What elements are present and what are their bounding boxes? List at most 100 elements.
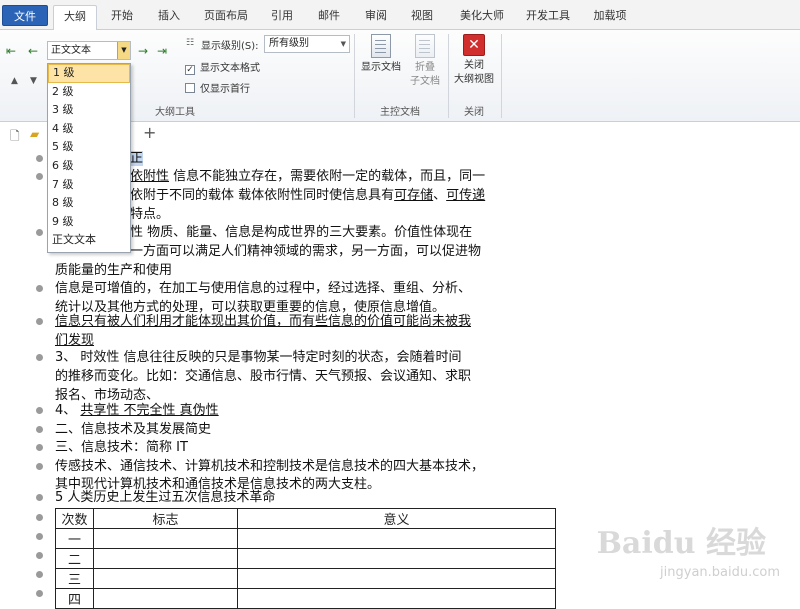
table-header-row: 次数 标志 意义 (55, 508, 556, 529)
outline-line: 特点。 (130, 207, 170, 222)
dropdown-item-level-4[interactable]: 4 级 (48, 120, 130, 139)
outline-view-label: 大纲视图 (454, 74, 494, 85)
outline-line: 质能量的生产和使用 (55, 263, 173, 278)
group-label-close: 关闭 (464, 107, 484, 118)
dropdown-item-level-7[interactable]: 7 级 (48, 176, 130, 195)
outline-line: 依附性 信息不能独立存在，需要依附一定的载体，而且，同一 (130, 169, 486, 184)
dropdown-item-level-8[interactable]: 8 级 (48, 194, 130, 213)
table-cell[interactable] (237, 568, 556, 589)
outline-bullet[interactable] (36, 494, 43, 501)
folder-icon[interactable]: ▰ (30, 127, 39, 141)
show-text-format-checkbox[interactable]: ✓ 显示文本格式 (185, 59, 260, 75)
table-cell[interactable] (93, 568, 238, 589)
new-document-icon[interactable]: 🗋 (10, 127, 20, 148)
outline-bullet[interactable] (36, 514, 43, 521)
table-row: 三 (55, 568, 556, 589)
outline-line: 3、 时效性 信息往往反映的只是事物某一特定时刻的状态，会随着时间 (55, 350, 462, 365)
outline-bullet[interactable] (36, 590, 43, 597)
collapse-subdocuments-button[interactable]: 折叠 子文档 (405, 34, 445, 89)
table-row: 一 (55, 528, 556, 549)
table-cell[interactable] (93, 528, 238, 549)
show-level-value: 所有级别 (269, 38, 309, 49)
outline-line: 二、信息技术及其发展简史 (55, 422, 212, 437)
outline-bullet[interactable] (36, 285, 43, 292)
tab-insert[interactable]: 插入 (147, 5, 191, 30)
outline-line: 的推移而变化。比如：交通信息、股市行情、天气预报、会议通知、求职 (55, 369, 472, 384)
show-first-line-checkbox[interactable]: 仅显示首行 (185, 80, 250, 95)
outline-line: 正 (130, 151, 144, 166)
baidu-watermark: Baidu 经验 (596, 526, 766, 561)
tab-view[interactable]: 视图 (400, 5, 444, 30)
move-up-icon[interactable]: ▲ (11, 76, 18, 86)
outline-bullet[interactable] (36, 318, 43, 325)
table-cell[interactable] (237, 548, 556, 569)
table-cell[interactable] (93, 548, 238, 569)
tab-home[interactable]: 开始 (100, 5, 144, 30)
show-level-icon: ☷ (186, 38, 195, 48)
outline-line: 性 物质、能量、信息是构成世界的三大要素。价值性体现在 (130, 225, 473, 240)
group-label-master-document: 主控文档 (380, 107, 420, 118)
dropdown-item-level-9[interactable]: 9 级 (48, 213, 130, 232)
dropdown-item-level-5[interactable]: 5 级 (48, 138, 130, 157)
document-icon (371, 34, 391, 58)
dropdown-item-level-6[interactable]: 6 级 (48, 157, 130, 176)
tab-mailings[interactable]: 邮件 (307, 5, 351, 30)
table-cell[interactable] (237, 588, 556, 609)
show-level-select[interactable]: 所有级别 ▼ (264, 35, 350, 53)
outline-bullet[interactable] (36, 463, 43, 470)
outline-bullet[interactable] (36, 229, 43, 236)
table-cell[interactable]: 二 (55, 548, 94, 569)
add-icon[interactable]: + (143, 123, 156, 142)
dropdown-item-body-text[interactable]: 正文文本 (48, 231, 130, 250)
promote-to-heading1-icon[interactable]: ⇤ (6, 45, 16, 57)
dropdown-item-level-1[interactable]: 1 级 (48, 64, 130, 83)
table-header-cell[interactable]: 意义 (237, 508, 556, 529)
outline-bullet[interactable] (36, 426, 43, 433)
tab-beautify-master[interactable]: 美化大师 (450, 5, 514, 30)
table-header-cell[interactable]: 标志 (93, 508, 238, 529)
demote-to-body-icon[interactable]: ⇥ (157, 45, 167, 57)
watermark-url: jingyan.baidu.com (660, 565, 780, 580)
outline-line: 5 人类历史上发生过五次信息技术革命 (55, 490, 276, 505)
tab-references[interactable]: 引用 (260, 5, 304, 30)
tab-page-layout[interactable]: 页面布局 (195, 5, 257, 30)
outline-bullet[interactable] (36, 173, 43, 180)
tab-developer[interactable]: 开发工具 (518, 5, 578, 30)
dropdown-item-level-3[interactable]: 3 级 (48, 101, 130, 120)
tab-file[interactable]: 文件 (2, 5, 48, 26)
outline-bullet[interactable] (36, 354, 43, 361)
demote-icon[interactable]: → (138, 45, 148, 57)
show-document-button[interactable]: 显示文档 (358, 34, 404, 75)
outline-bullet[interactable] (36, 533, 43, 540)
outline-bullet[interactable] (36, 552, 43, 559)
chevron-down-icon[interactable]: ▼ (117, 42, 130, 59)
outline-bullet[interactable] (36, 155, 43, 162)
dropdown-item-level-2[interactable]: 2 级 (48, 83, 130, 102)
outline-line: 一方面可以满足人们精神领域的需求，另一方面，可以促进物 (130, 244, 482, 259)
outline-line: 三、信息技术：简称 IT (55, 440, 188, 455)
collapse-label: 折叠 (415, 62, 435, 73)
table-header-cell[interactable]: 次数 (55, 508, 94, 529)
table-cell[interactable] (93, 588, 238, 609)
outline-bullet[interactable] (36, 571, 43, 578)
revolution-table: 次数 标志 意义 一 二 三 四 (55, 508, 556, 609)
outline-bullet[interactable] (36, 444, 43, 451)
chevron-down-icon: ▼ (340, 40, 346, 48)
subdocument-label: 子文档 (410, 76, 440, 87)
outline-bullet[interactable] (36, 407, 43, 414)
tab-review[interactable]: 审阅 (354, 5, 398, 30)
tab-addins[interactable]: 加载项 (584, 5, 636, 30)
table-cell[interactable]: 三 (55, 568, 94, 589)
outline-line: 依附于不同的载体 载体依附性同时使信息具有可存储、可传递 (130, 188, 486, 203)
show-document-label: 显示文档 (361, 62, 401, 73)
move-down-icon[interactable]: ▼ (30, 76, 37, 86)
table-cell[interactable]: 一 (55, 528, 94, 549)
table-cell[interactable] (237, 528, 556, 549)
promote-icon[interactable]: ← (28, 45, 38, 57)
tab-outline[interactable]: 大纲 (53, 5, 97, 31)
table-cell[interactable]: 四 (55, 588, 94, 609)
close-outline-view-button[interactable]: ✕ 关闭 大纲视图 (451, 34, 497, 87)
checkmark-icon: ✓ (185, 65, 195, 75)
close-label: 关闭 (464, 60, 484, 71)
outline-level-select[interactable]: 正文文本 ▼ (47, 41, 131, 60)
